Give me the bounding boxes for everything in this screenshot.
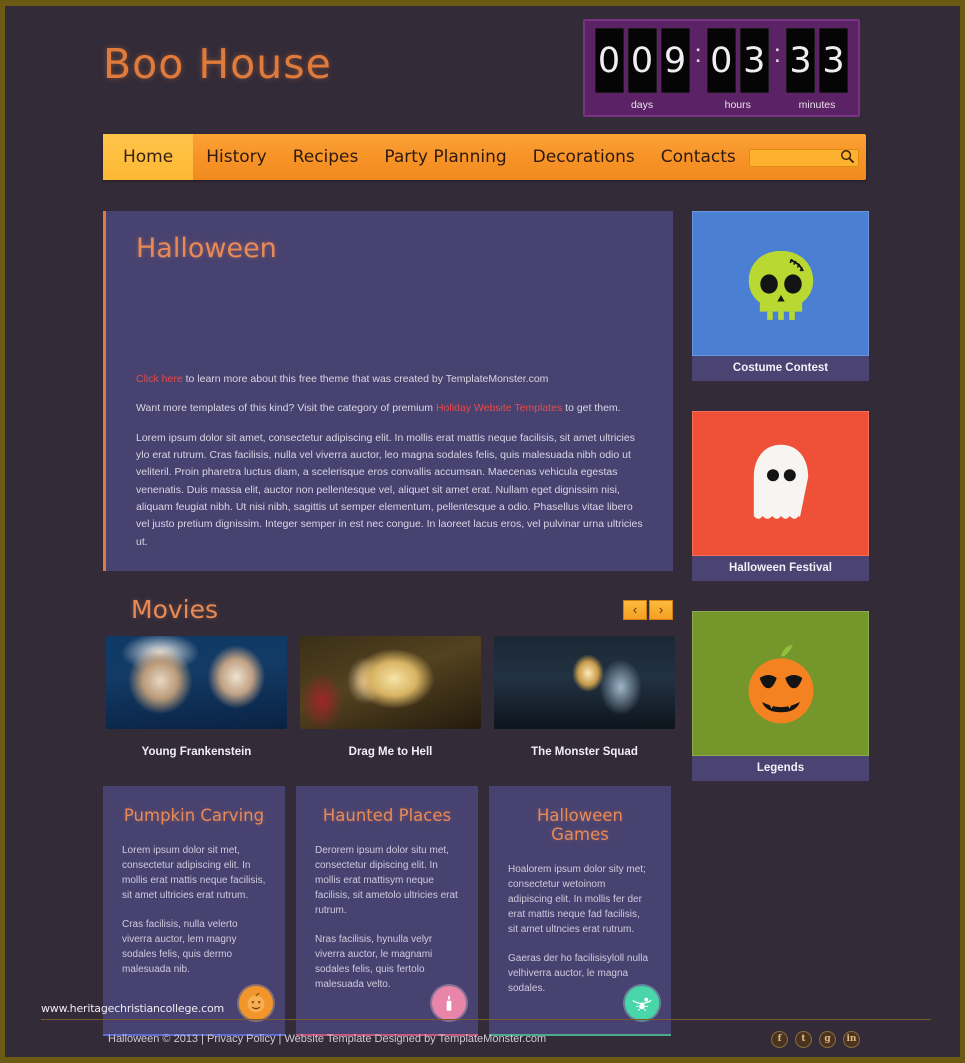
skull-icon (692, 211, 869, 356)
countdown-minutes: 3 3 minutes (784, 28, 850, 111)
pumpkin-icon[interactable] (239, 986, 273, 1020)
nav-list: Home History Recipes Party Planning Deco… (103, 134, 749, 180)
countdown-separator: : (773, 38, 781, 68)
nav-item-decorations[interactable]: Decorations (520, 134, 648, 180)
google-plus-icon[interactable]: g (819, 1030, 836, 1048)
social-links: f t g in (771, 1030, 860, 1048)
hero-body-text: Lorem ipsum dolor sit amet, consectetur … (136, 431, 643, 548)
jack-o-lantern-icon (692, 611, 869, 756)
pumpkin-face-glyph (748, 644, 813, 723)
countdown-days-label: days (630, 99, 654, 111)
sidebar-caption: Halloween Festival (692, 556, 869, 581)
pumpkin-glyph (247, 993, 265, 1013)
countdown-day-digit: 0 (627, 28, 657, 93)
hero-panel: Halloween Click here to learn more about… (103, 211, 673, 571)
young-frankenstein-poster[interactable] (106, 636, 287, 729)
page-root: Boo House 0 0 9 days : 0 3 hours : 3 3 m… (0, 0, 965, 1063)
nav-item-history[interactable]: History (193, 134, 279, 180)
card-paragraph: Derorem ipsum dolor situ met, consectetu… (315, 845, 458, 916)
movies-carousel-controls: ‹ › (623, 599, 673, 620)
holiday-templates-link[interactable]: Holiday Website Templates (436, 402, 562, 414)
movies-title: Movies (131, 595, 219, 624)
countdown-minute-digit: 3 (819, 28, 848, 93)
movies-list: Young Frankenstein Drag Me to Hell The M… (103, 636, 675, 758)
card-title: Pumpkin Carving (123, 806, 265, 825)
countdown-day-digit: 9 (660, 28, 690, 93)
hero-intro-line-2-pre: Want more templates of this kind? Visit … (136, 401, 436, 414)
search-input[interactable] (748, 149, 859, 167)
facebook-icon[interactable]: f (771, 1030, 788, 1048)
card-paragraph: Nras facilisis, hynulla velyr viverra au… (315, 934, 433, 990)
spider-icon[interactable] (625, 986, 659, 1020)
page-title: Halloween (136, 233, 277, 264)
movie-caption: The Monster Squad (531, 746, 638, 758)
card-paragraph: Hoalorem ipsum dolor sity met; consectet… (508, 864, 646, 935)
candle-glyph (446, 995, 452, 1011)
main-column: Halloween Click here to learn more about… (103, 211, 675, 1036)
movie-caption: Young Frankenstein (141, 746, 252, 758)
site-footer: Halloween © 2013 | Privacy Policy | Webs… (5, 1021, 960, 1057)
sidebar: Costume Contest Halloween Festival Legen… (692, 211, 869, 811)
movie-item[interactable]: Drag Me to Hell (300, 636, 481, 758)
countdown-hours-label: hours (724, 99, 751, 111)
movie-item[interactable]: The Monster Squad (494, 636, 675, 758)
candle-icon[interactable] (432, 986, 466, 1020)
nav-item-party-planning[interactable]: Party Planning (371, 134, 519, 180)
card-title: Haunted Places (322, 806, 452, 825)
nav-item-contacts[interactable]: Contacts (648, 134, 749, 180)
ghost-icon (692, 411, 869, 556)
linkedin-icon[interactable]: in (843, 1030, 860, 1048)
feature-cards: Pumpkin Carving Lorem ipsum dolor sit me… (103, 786, 673, 1036)
countdown-hours: 0 3 hours (705, 28, 771, 111)
countdown-minutes-label: minutes (798, 99, 836, 111)
search-box (748, 148, 859, 167)
movie-item[interactable]: Young Frankenstein (106, 636, 287, 758)
site-header: Boo House 0 0 9 days : 0 3 hours : 3 3 m… (5, 6, 960, 117)
countdown-timer: 0 0 9 days : 0 3 hours : 3 3 minutes (582, 19, 860, 117)
movie-caption: Drag Me to Hell (348, 746, 433, 758)
nav-item-home[interactable]: Home (103, 134, 194, 180)
sidebar-item-legends[interactable]: Legends (692, 611, 869, 781)
sidebar-caption: Costume Contest (692, 356, 869, 381)
card-title: Halloween Games (536, 806, 624, 844)
footer-divider (41, 1019, 931, 1020)
card-paragraph: Lorem ipsum dolor sit met, consectetur a… (122, 845, 266, 901)
ghost-glyph (753, 444, 808, 519)
countdown-hour-digit: 0 (706, 28, 736, 93)
movies-next-button[interactable]: › (649, 599, 673, 620)
sidebar-item-halloween-festival[interactable]: Halloween Festival (692, 411, 869, 581)
countdown-hour-digit: 3 (739, 28, 769, 93)
countdown-separator: : (694, 38, 702, 68)
click-here-link[interactable]: Click here (136, 373, 183, 385)
watermark-url: www.heritagechristiancollege.com (41, 1002, 225, 1015)
card-paragraph: Cras facilisis, nulla velerto viverra au… (122, 919, 238, 975)
countdown-day-digit: 0 (594, 28, 624, 93)
card-haunted-places: Haunted Places Derorem ipsum dolor situ … (296, 786, 478, 1036)
hero-intro-line-1: Click here to learn more about this free… (136, 372, 645, 387)
card-halloween-games: Halloween Games Hoalorem ipsum dolor sit… (489, 786, 671, 1036)
card-pumpkin-carving: Pumpkin Carving Lorem ipsum dolor sit me… (103, 786, 285, 1036)
sidebar-item-costume-contest[interactable]: Costume Contest (692, 211, 869, 381)
hero-intro-line-1-rest: to learn more about this free theme that… (182, 373, 549, 385)
footer-copyright: Halloween © 2013 | Privacy Policy | Webs… (108, 1033, 547, 1045)
twitter-icon[interactable]: t (795, 1030, 812, 1048)
content-area: Halloween Click here to learn more about… (103, 211, 869, 1036)
site-logo[interactable]: Boo House (103, 40, 332, 88)
sidebar-caption: Legends (692, 756, 869, 781)
movies-prev-button[interactable]: ‹ (623, 599, 647, 620)
hero-intro-line-2: Want more templates of this kind? Visit … (136, 401, 645, 416)
the-monster-squad-poster[interactable] (494, 636, 675, 729)
countdown-days: 0 0 9 days (593, 28, 692, 111)
spider-glyph (632, 997, 652, 1011)
skull-glyph (748, 250, 813, 320)
countdown-minute-digit: 3 (786, 28, 815, 93)
drag-me-to-hell-poster[interactable] (300, 636, 481, 729)
nav-item-recipes[interactable]: Recipes (280, 134, 372, 180)
movies-header: Movies ‹ › (103, 595, 673, 624)
hero-intro-line-2-post: to get them. (562, 401, 621, 414)
main-navigation: Home History Recipes Party Planning Deco… (103, 134, 866, 180)
